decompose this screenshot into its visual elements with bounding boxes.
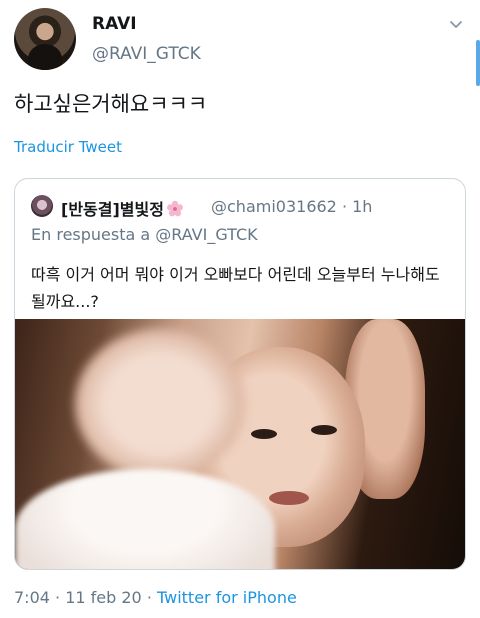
quoted-reply-to: En respuesta a @RAVI_GTCK (31, 225, 258, 244)
scrollbar[interactable] (476, 40, 480, 86)
cherry-blossom-icon (167, 200, 183, 217)
quoted-avatar[interactable] (31, 195, 53, 217)
media-eye-right (311, 425, 337, 435)
tweet-header: RAVI @RAVI_GTCK (14, 8, 470, 74)
tweet-time[interactable]: 7:04 (14, 588, 50, 607)
avatar[interactable] (14, 8, 76, 70)
media-eye-left (251, 429, 277, 439)
quoted-handle-time: @chami031662 · 1h (211, 197, 373, 216)
author-display-name[interactable]: RAVI (92, 14, 137, 34)
quoted-display-name[interactable]: [반동결]별빛정 (61, 196, 184, 220)
quoted-media-image[interactable] (15, 319, 465, 569)
quoted-display-name-text: [반동결]별빛정 (61, 200, 164, 219)
tweet-footer: 7:04 · 11 feb 20 · Twitter for iPhone (14, 588, 297, 607)
quoted-tweet[interactable]: [반동결]별빛정 @chami031662 · 1h En respuesta … (14, 178, 466, 570)
media-mouth (269, 491, 309, 505)
tweet-text: 하고싶은거해요ㅋㅋㅋ (14, 92, 208, 116)
author-handle[interactable]: @RAVI_GTCK (92, 44, 201, 64)
tweet-source-link[interactable]: Twitter for iPhone (157, 588, 297, 607)
tweet-date[interactable]: 11 feb 20 (65, 588, 142, 607)
media-hand-left (75, 329, 245, 479)
footer-separator: · (49, 588, 66, 607)
quoted-text: 따흑 이거 어머 뭐야 이거 오빠보다 어린데 오늘부터 누나해도 될까요...… (31, 265, 440, 311)
footer-separator: · (141, 588, 157, 607)
chevron-down-icon[interactable] (448, 16, 464, 32)
translate-tweet-link[interactable]: Traducir Tweet (14, 138, 122, 156)
